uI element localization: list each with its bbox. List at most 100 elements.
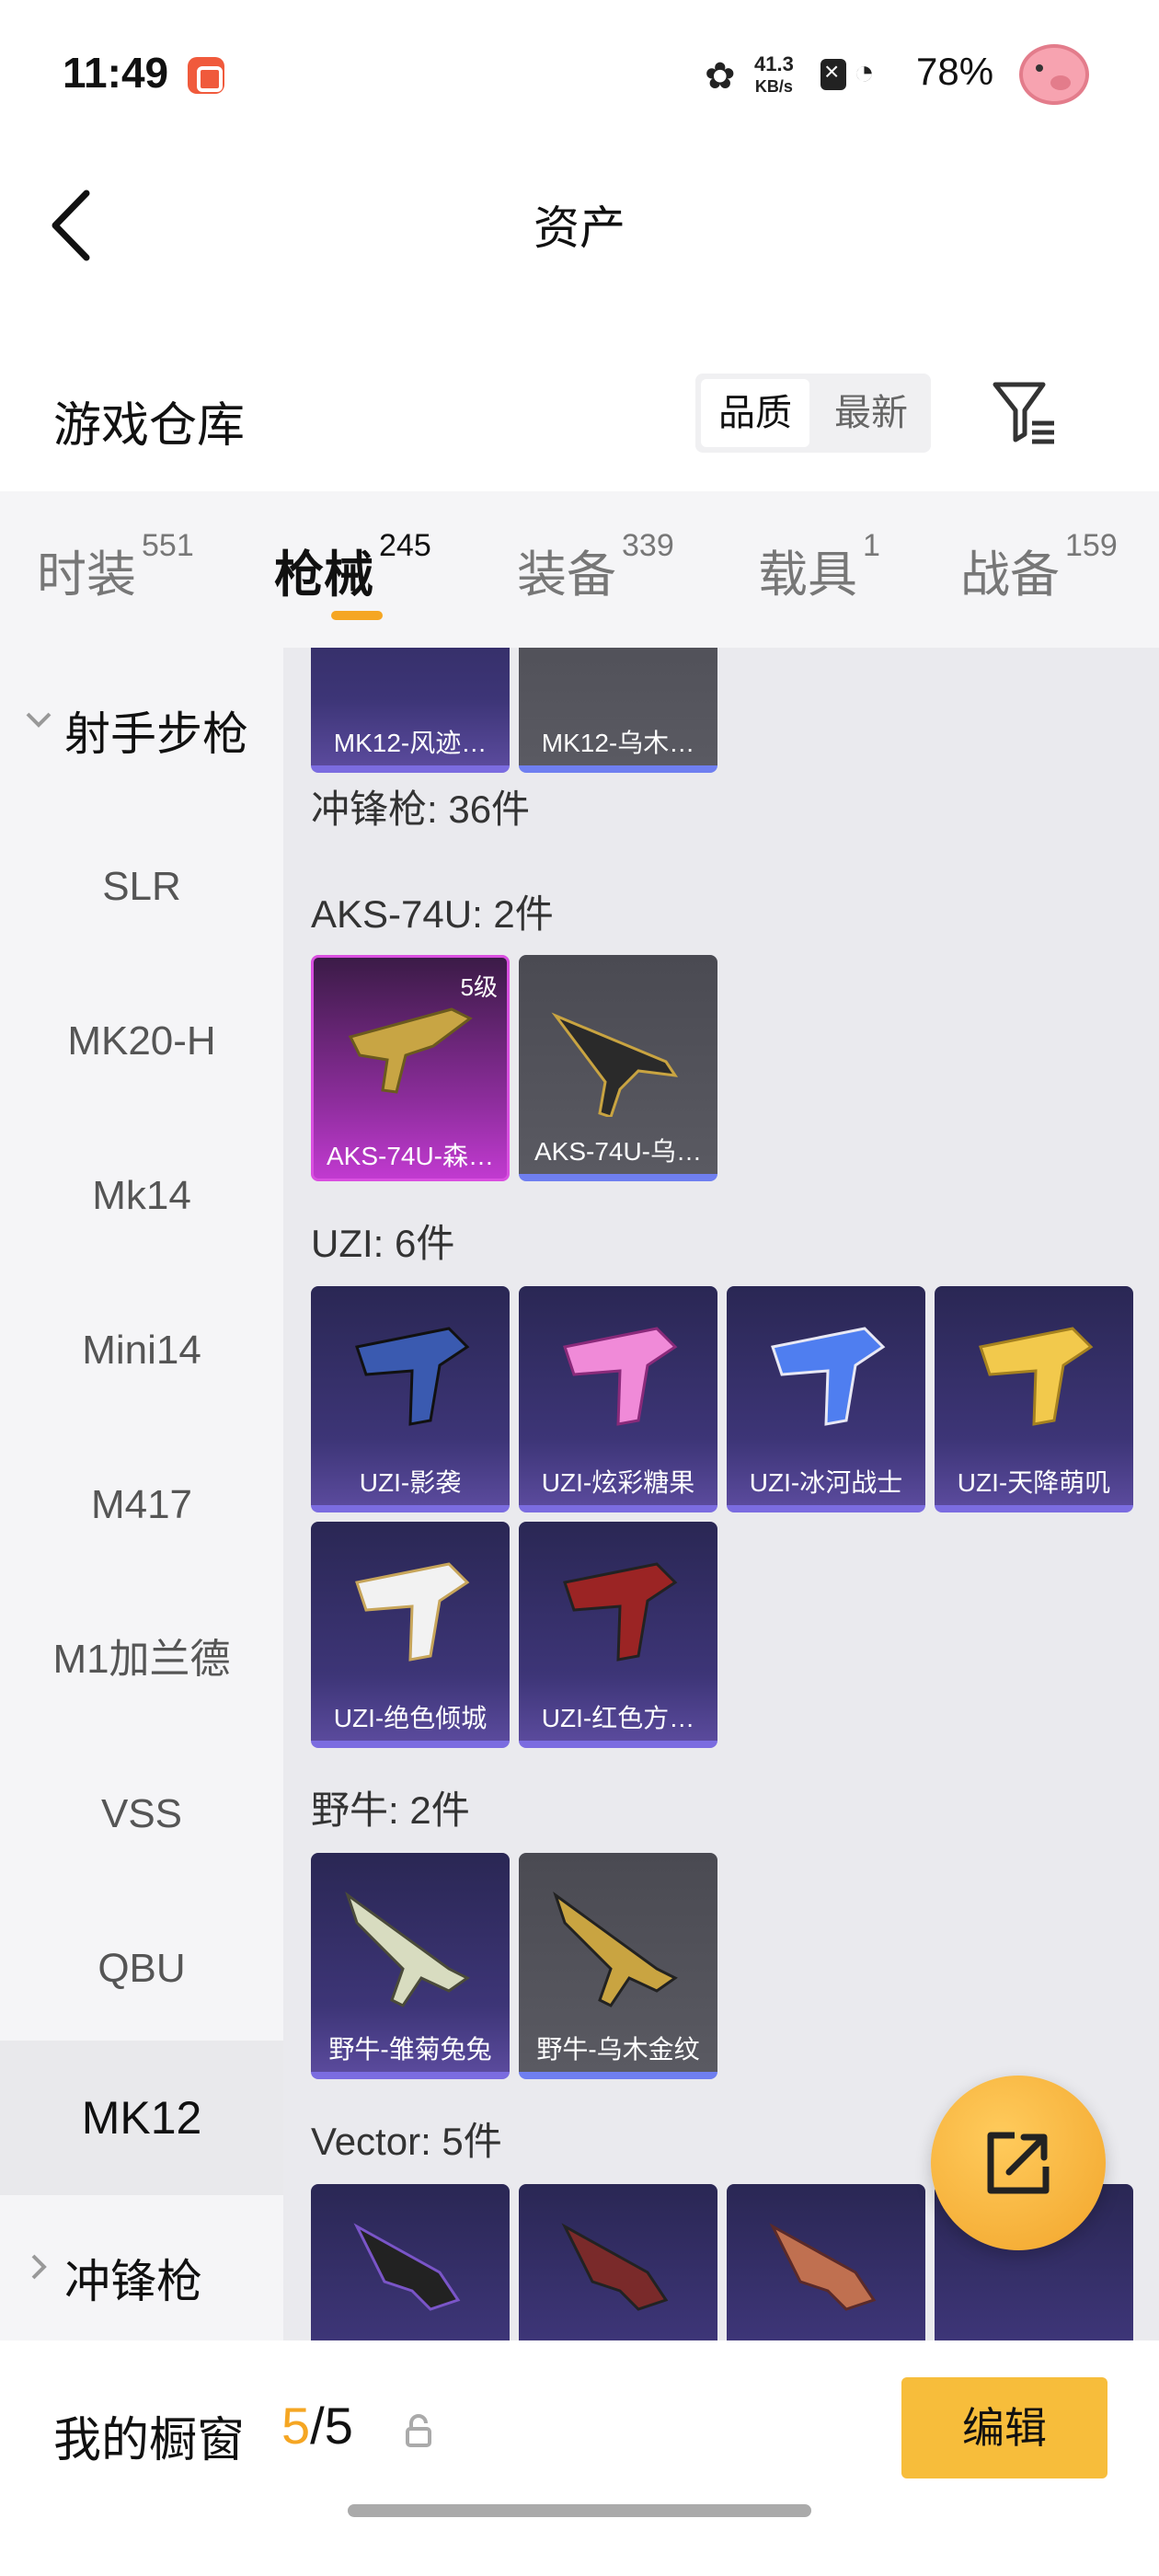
weapon-card[interactable]: UZI-冰河战士	[727, 1286, 925, 1512]
smg-gun-icon	[551, 1012, 679, 1117]
uzi-gun-icon	[979, 1327, 1094, 1426]
active-tab-indicator	[331, 611, 383, 620]
tab-count: 245	[379, 528, 431, 563]
chevron-down-icon	[26, 712, 52, 728]
home-indicator	[348, 2504, 811, 2517]
share-icon	[987, 2132, 1050, 2194]
showcase-label: 我的橱窗	[53, 2414, 246, 2467]
filter-button[interactable]	[990, 377, 1060, 447]
weapon-card[interactable]: UZI-炫彩糖果	[519, 1286, 717, 1512]
group-title-uzi: UZI: 6件	[311, 1222, 455, 1265]
tab-label: 枪械	[274, 547, 373, 603]
tab-count: 551	[142, 528, 194, 563]
tab-supplies[interactable]: 战备159	[960, 528, 1118, 606]
weapon-card[interactable]	[311, 2184, 510, 2340]
sidebar-item-mini14[interactable]: Mini14	[0, 1273, 283, 1428]
weapon-card[interactable]: UZI-绝色倾城	[311, 1522, 510, 1748]
wifi-icon: ◔	[854, 53, 875, 92]
sort-toggle: 品质 最新	[695, 374, 931, 453]
showcase-separator: /	[310, 2397, 325, 2455]
tab-label: 时装	[37, 547, 136, 603]
showcase-current: 5	[281, 2397, 311, 2455]
weapon-card-name: 野牛-雏菊兔兔	[328, 2035, 492, 2064]
weapon-card[interactable]: UZI-天降萌叽	[935, 1286, 1133, 1512]
sidebar-item-mk14[interactable]: Mk14	[0, 1119, 283, 1273]
sidebar-item-slr[interactable]: SLR	[0, 810, 283, 964]
sidebar-item-m1garand[interactable]: M1加兰德	[0, 1582, 283, 1737]
sidebar-item-vss[interactable]: VSS	[0, 1737, 283, 1892]
weapon-card-name: AKS-74U-乌…	[534, 1137, 703, 1166]
sort-newest-button[interactable]: 最新	[817, 379, 925, 447]
weapon-card[interactable]: MK12-风迹…	[311, 648, 510, 773]
tab-count: 339	[622, 528, 674, 563]
sidebar-item-mk12[interactable]: MK12	[0, 2041, 283, 2195]
tab-label: 载具	[758, 547, 857, 603]
chevron-right-icon	[31, 2254, 47, 2280]
showcase-count: 5/5	[281, 2396, 353, 2455]
uzi-gun-icon	[355, 1327, 470, 1426]
tab-equipment[interactable]: 装备339	[517, 528, 674, 606]
flower-icon: ✿	[705, 56, 736, 97]
weapon-card-name: UZI-冰河战士	[749, 1468, 903, 1497]
weapon-card-name: MK12-乌木…	[541, 729, 695, 757]
weapon-card[interactable]: 野牛-乌木金纹	[519, 1853, 717, 2079]
weapon-card[interactable]: 5级 AKS-74U-森…	[311, 955, 510, 1181]
vector-gun-icon	[353, 2223, 461, 2311]
smg-summary: 冲锋枪: 36件	[311, 788, 531, 831]
weapon-card[interactable]: UZI-影袭	[311, 1286, 510, 1512]
weapon-card-name: 野牛-乌木金纹	[536, 2035, 700, 2064]
vector-gun-icon	[561, 2223, 669, 2311]
tab-count: 1	[863, 528, 880, 563]
category-tabs: 时装551 枪械245 装备339 载具1 战备159	[0, 491, 1159, 648]
showcase-total: 5	[324, 2397, 353, 2455]
group-title-vector: Vector: 5件	[311, 2120, 502, 2163]
edit-button[interactable]: 编辑	[901, 2377, 1107, 2478]
uzi-gun-icon	[563, 1562, 678, 1662]
tab-fashion[interactable]: 时装551	[37, 528, 194, 606]
tab-vehicles[interactable]: 载具1	[758, 528, 880, 606]
group-title-aks74u: AKS-74U: 2件	[311, 892, 554, 936]
tab-firearms[interactable]: 枪械245	[274, 528, 431, 606]
weapon-sidebar: 射手步枪 SLR MK20-H Mk14 Mini14 M417 M1加兰德 V…	[0, 648, 283, 2340]
sort-quality-button[interactable]: 品质	[701, 379, 809, 447]
weapon-card-name: UZI-绝色倾城	[333, 1704, 488, 1732]
bizon-gun-icon	[345, 1892, 470, 2007]
app-notification-icon	[188, 57, 224, 94]
weapon-card[interactable]: UZI-红色方…	[519, 1522, 717, 1748]
status-bar: 11:49 ✿ 41.3 KB/s ◔ 78%	[0, 0, 1159, 147]
battery-level: 78%	[916, 50, 994, 93]
weapon-card[interactable]: 野牛-雏菊兔兔	[311, 1853, 510, 2079]
bizon-gun-icon	[553, 1892, 678, 2007]
share-button[interactable]	[931, 2076, 1106, 2250]
filter-icon	[993, 382, 1054, 444]
tab-count: 159	[1065, 528, 1118, 563]
weapon-card[interactable]: MK12-乌木…	[519, 648, 717, 773]
sidebar-category-smg[interactable]: 冲锋枪	[0, 2217, 283, 2328]
showcase-bar: 我的橱窗 5/5 编辑	[0, 2340, 1159, 2576]
sidebar-category-marksman[interactable]: 射手步枪	[0, 670, 283, 780]
weapon-card[interactable]	[727, 2184, 925, 2340]
weapon-card[interactable]: AKS-74U-乌…	[519, 955, 717, 1181]
weapon-card-name: UZI-影袭	[359, 1468, 462, 1497]
weapon-card[interactable]	[519, 2184, 717, 2340]
uzi-gun-icon	[563, 1327, 678, 1426]
sidebar-item-qbu[interactable]: QBU	[0, 1892, 283, 2046]
network-speed-unit: KB/s	[754, 77, 793, 96]
pig-avatar-icon	[1019, 44, 1089, 105]
sidebar-item-mk20h[interactable]: MK20-H	[0, 964, 283, 1119]
sidebar-item-m417[interactable]: M417	[0, 1428, 283, 1582]
lock-icon	[406, 2414, 431, 2447]
group-title-bizon: 野牛: 2件	[311, 1788, 470, 1832]
uzi-gun-icon	[771, 1327, 886, 1426]
weapon-level-badge: 5级	[460, 973, 498, 1001]
status-time: 11:49	[63, 49, 169, 97]
tab-label: 装备	[517, 547, 616, 603]
weapon-card-name: AKS-74U-森…	[326, 1142, 495, 1170]
tab-label: 战备	[960, 547, 1060, 603]
weapon-card-name: UZI-天降萌叽	[957, 1468, 1111, 1497]
weapon-card-name: MK12-风迹…	[333, 729, 488, 757]
no-sim-icon	[820, 57, 846, 90]
network-speed-value: 41.3	[754, 52, 794, 75]
weapon-card-name: UZI-炫彩糖果	[541, 1468, 695, 1497]
page-title: 资产	[534, 202, 625, 254]
